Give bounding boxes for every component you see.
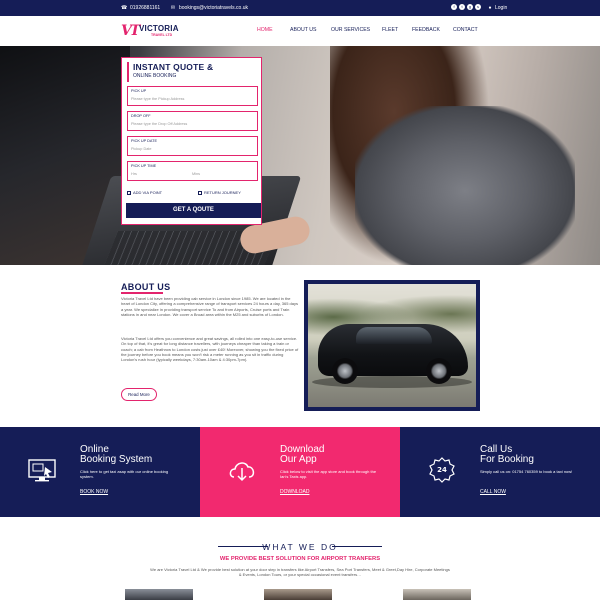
phone-number[interactable]: 01926881161 — [130, 5, 160, 11]
about-paragraph-1: Victoria Travel Ltd have been providing … — [121, 296, 298, 317]
woman-jacket-graphic — [355, 106, 575, 265]
nav-about-us[interactable]: ABOUT US — [290, 27, 316, 33]
feature-title-2: Booking System — [80, 454, 153, 465]
quote-subtitle: ONLINE BOOKING — [133, 73, 177, 79]
login-link[interactable]: ● Login — [487, 5, 507, 11]
hours-input[interactable]: Hrs — [131, 172, 137, 176]
service-thumbnail[interactable] — [403, 589, 471, 600]
about-title: ABOUT US — [121, 282, 171, 292]
main-navigation: VT VICTORIA TRAVEL LTD HOME ABOUT US OUR… — [0, 16, 600, 46]
24-hour-phone-icon: 24 — [429, 457, 455, 483]
return-journey-option[interactable]: RETURN JOURNEY — [198, 190, 241, 195]
call-now-link[interactable]: CALL NOW — [480, 489, 506, 495]
email-contact[interactable]: ✉ bookings@victoriatravels.co.uk — [170, 5, 248, 11]
pickup-date-field[interactable]: PICK UP DATE Pickup Date — [127, 136, 258, 156]
service-thumbnail[interactable] — [264, 589, 332, 600]
quote-form: INSTANT QUOTE & ONLINE BOOKING PICK UP P… — [121, 57, 262, 225]
feature-description: Click here to get taxi asap with our onl… — [80, 469, 169, 480]
dropoff-field[interactable]: DROP OFF Please type the Drop Off Addres… — [127, 111, 258, 131]
front-wheel — [332, 358, 358, 384]
pickup-label: PICK UP — [131, 89, 147, 93]
svg-text:24: 24 — [437, 466, 447, 474]
about-title-underline — [121, 292, 163, 294]
read-more-button[interactable]: Read More — [121, 388, 157, 401]
minutes-input[interactable]: Mins — [192, 172, 200, 176]
service-thumbnail[interactable] — [125, 589, 193, 600]
user-icon: ● — [488, 5, 492, 11]
pickup-input[interactable]: Please type the Pickup Address — [131, 97, 184, 101]
google-plus-icon[interactable]: g — [467, 4, 473, 10]
logo-name: VICTORIA — [139, 24, 179, 33]
pickup-date-input[interactable]: Pickup Date — [131, 147, 151, 151]
logo-subtitle: TRAVEL LTD — [151, 33, 173, 37]
get-quote-button[interactable]: GET A QOUTE — [126, 203, 261, 218]
pickup-date-label: PICK UP DATE — [131, 139, 158, 143]
what-we-do-text: We are Victoria Travel Ltd & We provide … — [150, 567, 450, 578]
logo[interactable]: VT VICTORIA TRAVEL LTD — [121, 23, 181, 41]
envelope-icon: ✉ — [170, 5, 176, 11]
via-point-label: ADD VIA POINT — [133, 190, 163, 195]
twitter-icon[interactable]: t — [459, 4, 465, 10]
what-we-do-title: WHAT WE DO — [262, 542, 338, 552]
cloud-download-icon — [229, 462, 255, 482]
car-image-frame — [304, 280, 480, 411]
feature-description: Click below to visit the app store and b… — [280, 469, 377, 480]
logo-mark: VT — [121, 23, 140, 39]
rear-wheel — [426, 358, 452, 384]
hero-banner — [0, 46, 600, 265]
pickup-field[interactable]: PICK UP Please type the Pickup Address — [127, 86, 258, 106]
via-point-option[interactable]: ✓ ADD VIA POINT — [127, 190, 163, 196]
about-paragraph-2: Victoria Travel Ltd offers you convenien… — [121, 336, 299, 363]
feature-online-booking: Online Booking System Click here to get … — [0, 427, 200, 517]
feature-description: Simply call us on: 01754 760359 to book … — [480, 469, 573, 474]
return-journey-label: RETURN JOURNEY — [204, 190, 241, 195]
nav-our-services[interactable]: OUR SERVICES — [331, 27, 370, 33]
skype-icon[interactable]: s — [475, 4, 481, 10]
social-links: f t g s — [451, 4, 481, 10]
nav-home[interactable]: HOME — [257, 27, 273, 33]
nav-fleet[interactable]: FLEET — [382, 27, 398, 33]
book-now-link[interactable]: BOOK NOW — [80, 489, 108, 495]
email-address[interactable]: bookings@victoriatravels.co.uk — [179, 5, 248, 11]
via-point-checkbox[interactable]: ✓ — [127, 190, 131, 196]
quote-form-header: INSTANT QUOTE & ONLINE BOOKING — [127, 62, 256, 82]
top-bar: ☎ 01926881161 ✉ bookings@victoriatravels… — [0, 0, 600, 16]
facebook-icon[interactable]: f — [451, 4, 457, 10]
car-image — [308, 284, 476, 407]
pickup-time-field[interactable]: PICK UP TIME Hrs Mins — [127, 161, 258, 181]
nav-feedback[interactable]: FEEDBACK — [412, 27, 440, 33]
phone-icon: ☎ — [121, 5, 128, 11]
feature-title-2: For Booking — [480, 454, 534, 465]
phone-contact[interactable]: ☎ 01926881161 — [121, 5, 160, 11]
download-link[interactable]: DOWNLOAD — [280, 489, 309, 495]
pickup-time-label: PICK UP TIME — [131, 164, 157, 168]
nav-contact[interactable]: CONTACT — [453, 27, 478, 33]
quote-title: INSTANT QUOTE & — [133, 62, 214, 72]
booking-screen-icon — [28, 459, 56, 482]
login-label[interactable]: Login — [495, 5, 507, 11]
dropoff-label: DROP OFF — [131, 114, 151, 118]
what-we-do-subtitle: WE PROVIDE BEST SOLUTION FOR AIRPORT TRA… — [219, 556, 381, 562]
feature-download-app: Download Our App Click below to visit th… — [200, 427, 400, 517]
feature-title-2: Our App — [280, 454, 317, 465]
feature-call-us: 24 Call Us For Booking Simply call us on… — [400, 427, 600, 517]
return-journey-checkbox[interactable] — [198, 190, 202, 195]
dropoff-input[interactable]: Please type the Drop Off Address — [131, 122, 187, 126]
car-window — [356, 327, 432, 344]
